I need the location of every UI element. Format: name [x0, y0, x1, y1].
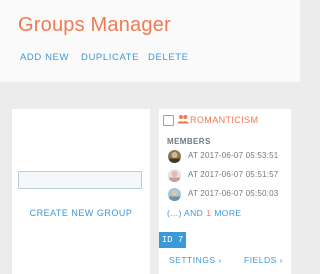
create-new-group-button[interactable]: CREATE NEW GROUP: [12, 208, 150, 218]
new-group-card: CREATE NEW GROUP: [12, 109, 150, 274]
group-name-input[interactable]: [18, 171, 142, 189]
avatar[interactable]: [168, 169, 181, 182]
more-members-link[interactable]: (...) AND 1 MORE: [167, 208, 241, 218]
users-icon: [177, 115, 189, 124]
group-id-badge: ID 7: [159, 232, 186, 248]
fields-link[interactable]: FIELDS ›: [244, 255, 283, 265]
more-prefix: (...) AND: [167, 208, 204, 218]
group-name-link[interactable]: ROMANTICISM: [190, 115, 258, 125]
member-timestamp: AT 2017-06-07 05:50:03: [188, 189, 279, 198]
more-count: 1: [206, 208, 212, 218]
settings-link[interactable]: SETTINGS ›: [169, 255, 222, 265]
page-header: Groups Manager ADD NEW DUPLICATE DELETE: [0, 0, 300, 82]
group-select-checkbox[interactable]: [163, 115, 174, 126]
avatar[interactable]: [168, 188, 181, 201]
more-suffix: MORE: [214, 208, 242, 218]
member-timestamp: AT 2017-06-07 05:51:57: [188, 170, 279, 179]
add-new-button[interactable]: ADD NEW: [20, 52, 69, 63]
member-timestamp: AT 2017-06-07 05:53:51: [188, 151, 279, 160]
delete-button[interactable]: DELETE: [148, 52, 189, 63]
avatar[interactable]: [168, 150, 181, 163]
group-card: ROMANTICISM MEMBERS AT 2017-06-07 05:53:…: [159, 109, 291, 274]
duplicate-button[interactable]: DUPLICATE: [81, 52, 139, 63]
page-title: Groups Manager: [18, 14, 171, 36]
members-heading: MEMBERS: [167, 137, 211, 146]
